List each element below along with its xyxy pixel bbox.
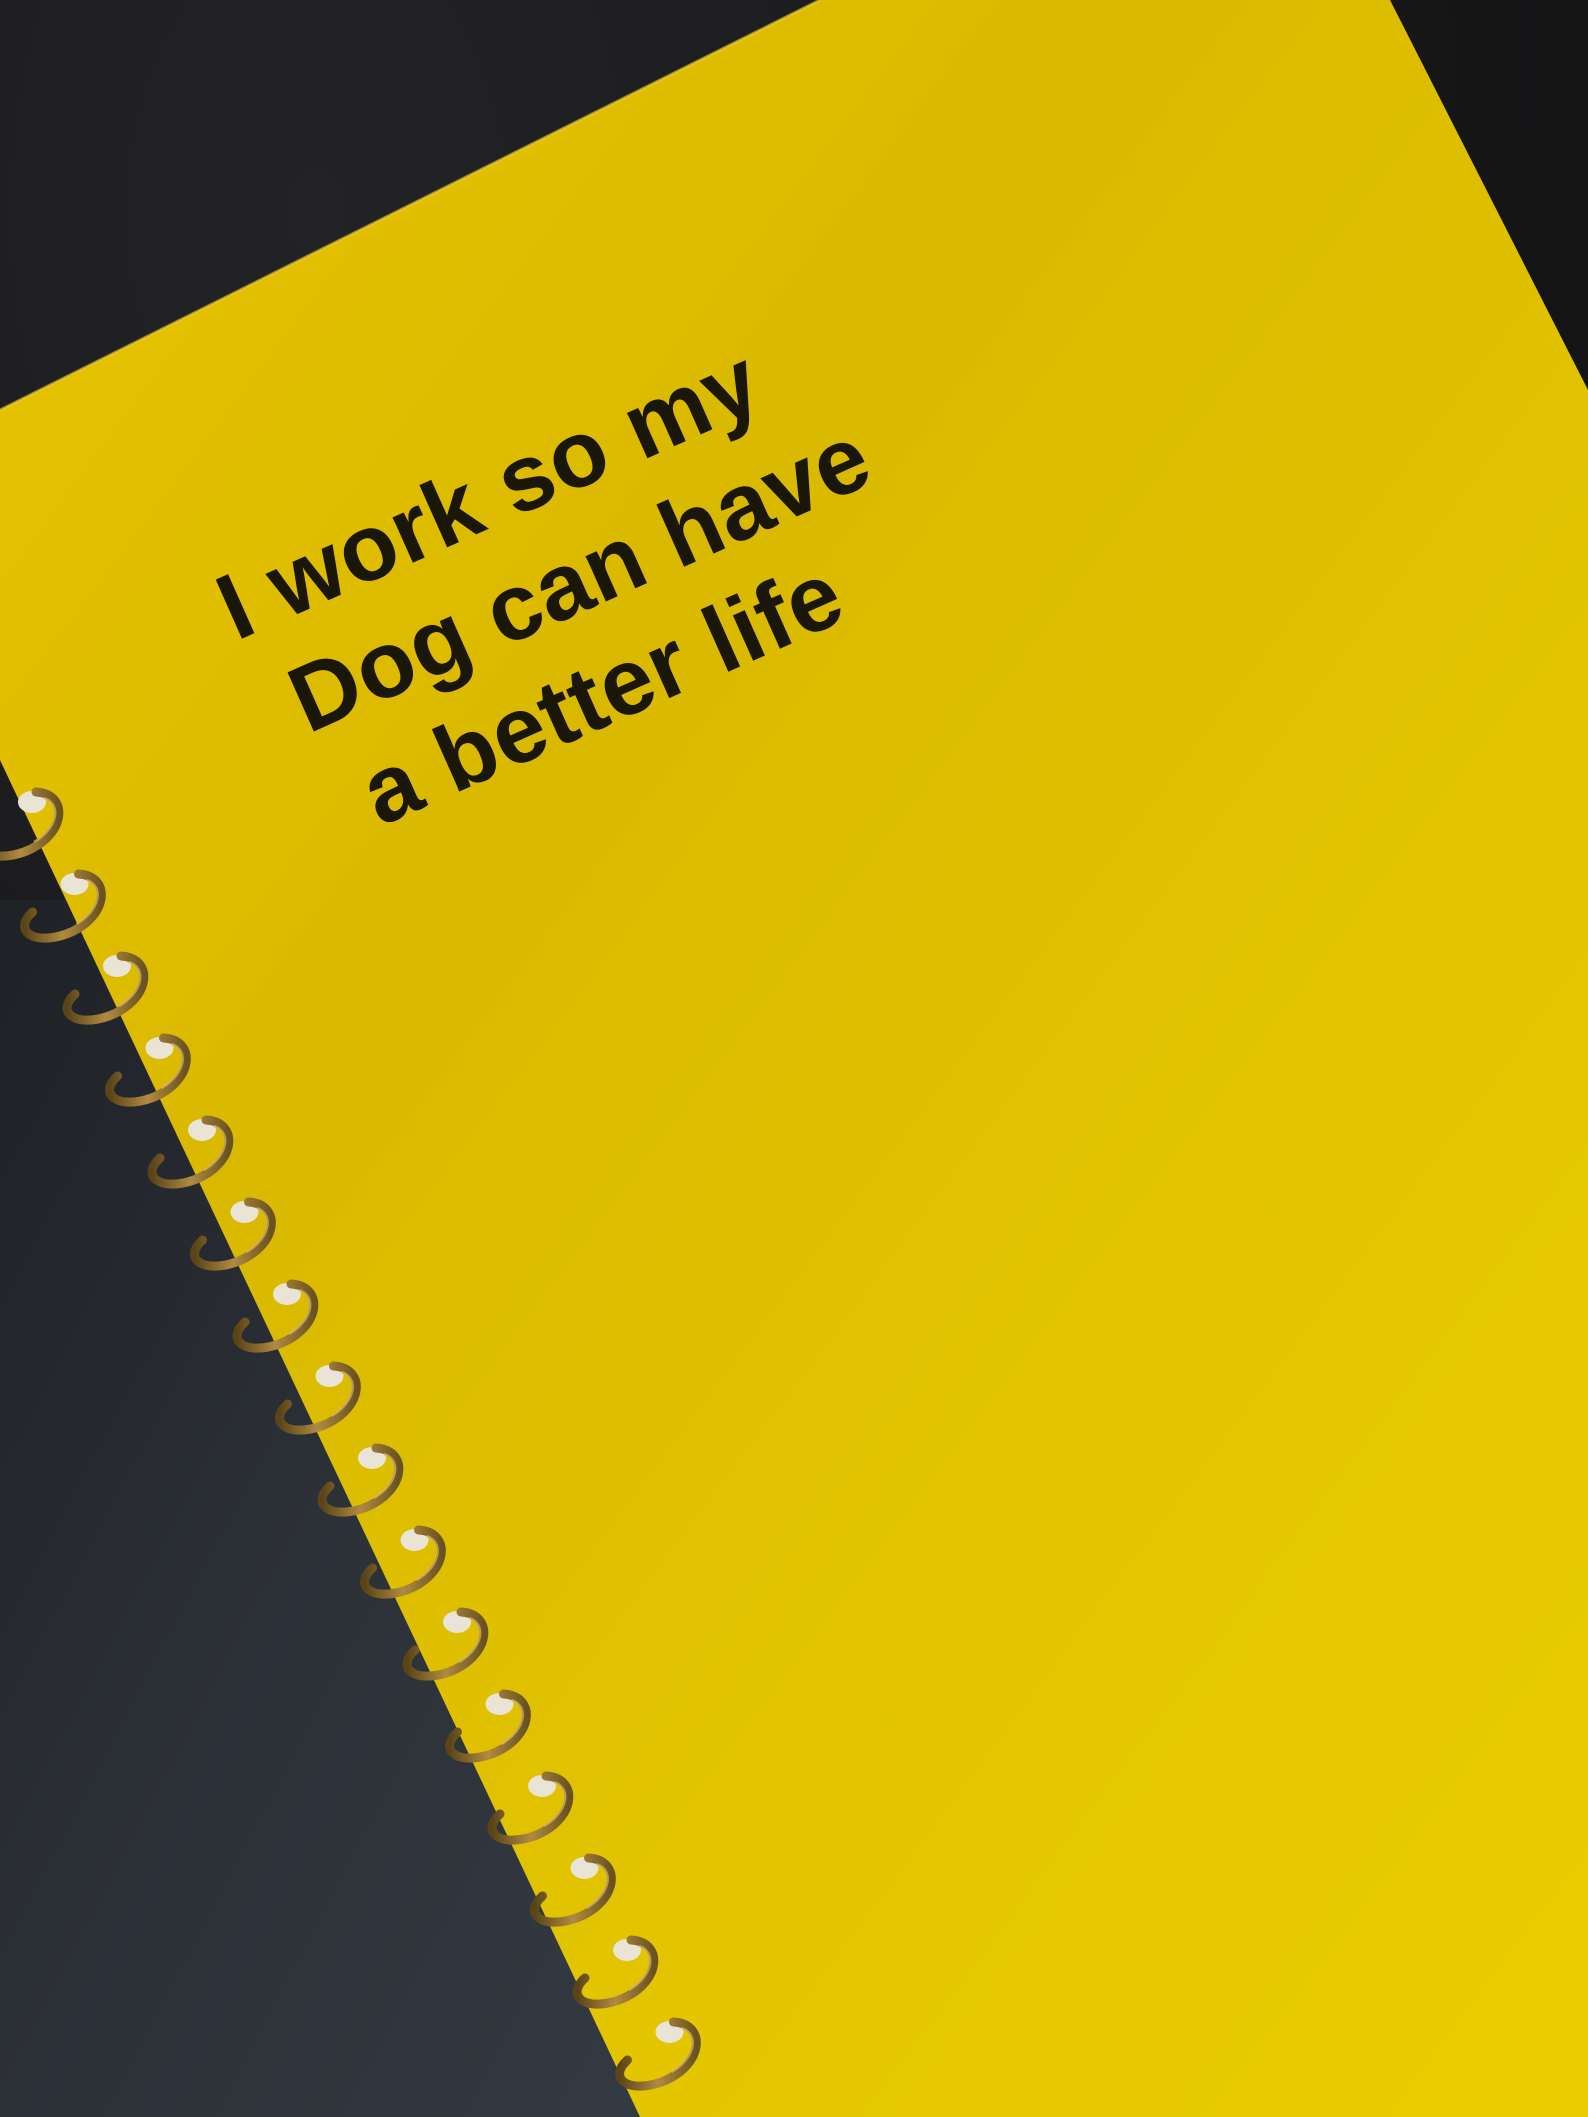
notebook-illustration <box>0 0 1588 2117</box>
photo-scene: I work so my Dog can have a better life <box>0 0 1588 2117</box>
